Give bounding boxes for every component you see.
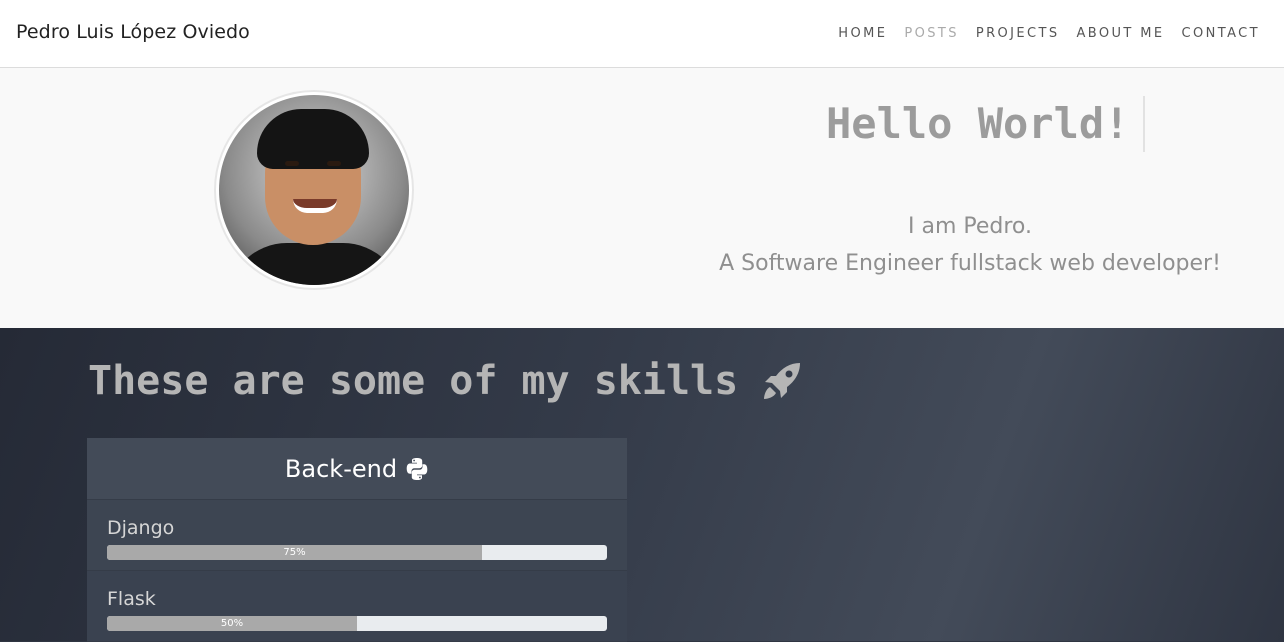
skill-name: Django	[107, 517, 175, 539]
hero-intro: I am Pedro. A Software Engineer fullstac…	[640, 208, 1284, 282]
nav-home[interactable]: HOME	[838, 26, 887, 41]
profile-photo	[219, 95, 409, 285]
progress-bar: 50%	[107, 616, 607, 631]
nav-menu: HOME POSTS PROJECTS ABOUT ME CONTACT	[838, 26, 1260, 41]
card-title: Back-end	[284, 454, 398, 483]
nav-projects[interactable]: PROJECTS	[976, 26, 1060, 41]
brand-link[interactable]: Pedro Luis López Oviedo	[16, 21, 250, 43]
nav-about-me[interactable]: ABOUT ME	[1077, 26, 1165, 41]
nav-posts[interactable]: POSTS	[904, 26, 959, 41]
nav-contact[interactable]: CONTACT	[1182, 26, 1260, 41]
skills-heading: These are some of my skills	[88, 358, 804, 404]
skill-name: Flask	[107, 588, 156, 610]
progress-fill: 50%	[107, 616, 357, 631]
progress-label: 50%	[220, 618, 244, 629]
intro-line-2: A Software Engineer fullstack web develo…	[719, 251, 1221, 276]
card-header: Back-end	[87, 438, 627, 500]
rocket-icon	[764, 363, 801, 399]
skill-row-flask: Flask 50%	[87, 571, 627, 642]
hero-section: Hello World! I am Pedro. A Software Engi…	[0, 68, 1284, 328]
skills-section: These are some of my skills Back-end Dja…	[0, 328, 1284, 642]
profile-photo-frame	[214, 90, 414, 290]
skill-row-django: Django 75%	[87, 500, 627, 571]
progress-label: 75%	[283, 547, 306, 558]
navbar: Pedro Luis López Oviedo HOME POSTS PROJE…	[0, 0, 1284, 68]
progress-fill: 75%	[107, 545, 482, 560]
hero-greeting: Hello World!	[826, 96, 1146, 152]
progress-bar: 75%	[107, 545, 607, 560]
backend-skills-card: Back-end Django 75% Flask 50%	[87, 438, 627, 642]
intro-line-1: I am Pedro.	[908, 214, 1032, 239]
skills-title-text: These are some of my skills	[88, 358, 739, 404]
python-icon	[406, 457, 428, 480]
